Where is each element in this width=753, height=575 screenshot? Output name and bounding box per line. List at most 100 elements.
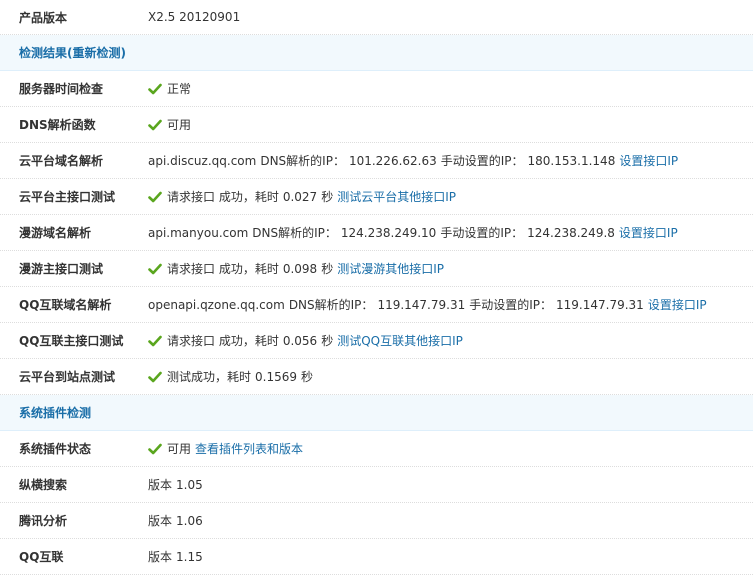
row-server-time: 服务器时间检查 正常 [0, 71, 753, 107]
green-check-icon [148, 83, 162, 94]
plugin-tencent-version-label: 版本 [148, 514, 173, 528]
plugin-tencent-value: 版本 1.06 [148, 512, 753, 529]
green-check-icon [148, 119, 162, 130]
row-plugin-tencent: 腾讯分析 版本 1.06 [0, 503, 753, 539]
section-plugin-check: 系统插件检测 [0, 395, 753, 431]
view-plugin-list-link[interactable]: 查看插件列表和版本 [195, 440, 303, 457]
product-version-value: X2.5 20120901 [148, 10, 753, 24]
manyou-dns-host: api.manyou.com [148, 225, 249, 240]
row-cloud-site: 云平台到站点测试 测试成功，耗时 0.1569 秒 [0, 359, 753, 395]
row-cloud-dns: 云平台域名解析 api.discuz.qq.com DNS解析的IP： 101.2… [0, 143, 753, 179]
cloud-dns-manual: 手动设置的IP： 180.153.1.148 [441, 152, 616, 169]
qq-test-other-link[interactable]: 测试QQ互联其他接口IP [337, 332, 463, 349]
row-dns-function: DNS解析函数 可用 [0, 107, 753, 143]
manyou-api-time: 0.098 [282, 261, 318, 276]
qq-dns-manual-ip: 119.147.79.31 [556, 298, 644, 312]
green-check-icon [148, 371, 162, 382]
manyou-dns-resolved-label: DNS解析的IP： [252, 226, 337, 240]
green-check-icon [148, 191, 162, 202]
row-manyou-api: 漫游主接口测试 请求接口 成功，耗时 0.098 秒 测试漫游其他接口IP [0, 251, 753, 287]
plugin-tencent-version: 1.06 [176, 513, 203, 528]
manyou-api-request: 请求接口 成功，耗时 [167, 262, 279, 276]
check-results-title: 检测结果(重新检测) [0, 44, 126, 61]
cloud-dns-resolved: DNS解析的IP： 101.226.62.63 [260, 152, 436, 169]
cloud-dns-host: api.discuz.qq.com [148, 153, 257, 168]
qq-api-label: QQ互联主接口测试 [19, 334, 124, 348]
manyou-api-value: 请求接口 成功，耗时 0.098 秒 测试漫游其他接口IP [148, 260, 753, 277]
qq-api-request: 请求接口 成功，耗时 [167, 334, 279, 348]
qq-set-ip-link[interactable]: 设置接口IP [648, 296, 707, 313]
plugin-qqconnect-version: 1.15 [176, 549, 203, 564]
manyou-api-unit: 秒 [321, 262, 334, 276]
cloud-diagnostics-table: 产品版本 X2.5 20120901 检测结果(重新检测) 服务器时间检查 正常… [0, 0, 753, 575]
row-manyou-dns: 漫游域名解析 api.manyou.com DNS解析的IP： 124.238.2… [0, 215, 753, 251]
qq-api-unit: 秒 [321, 334, 334, 348]
cloud-api-unit: 秒 [321, 190, 334, 204]
plugin-search-version-label: 版本 [148, 478, 173, 492]
plugin-qqconnect-label: QQ互联 [19, 550, 64, 564]
manyou-dns-value: api.manyou.com DNS解析的IP： 124.238.249.10 手… [148, 224, 753, 241]
manyou-test-other-link[interactable]: 测试漫游其他接口IP [337, 260, 444, 277]
product-version-text: X2.5 20120901 [148, 10, 241, 24]
cloud-test-other-link[interactable]: 测试云平台其他接口IP [337, 188, 456, 205]
plugin-search-label: 纵横搜索 [19, 478, 68, 492]
row-product-version: 产品版本 X2.5 20120901 [0, 0, 753, 35]
cloud-dns-label: 云平台域名解析 [19, 154, 104, 168]
manyou-dns-manual-label: 手动设置的IP： [440, 226, 524, 240]
cloud-site-request: 测试成功，耗时 [167, 370, 252, 384]
check-results-close-paren: ) [120, 46, 126, 60]
cloud-api-label: 云平台主接口测试 [19, 190, 116, 204]
qq-api-time: 0.056 [282, 333, 318, 348]
plugin-status-value: 可用 查看插件列表和版本 [148, 440, 753, 457]
plugin-qqconnect-version-label: 版本 [148, 550, 173, 564]
qq-dns-resolved: DNS解析的IP： 119.147.79.31 [289, 296, 465, 313]
server-time-label: 服务器时间检查 [19, 82, 104, 96]
cloud-api-request: 请求接口 成功，耗时 [167, 190, 279, 204]
green-check-icon [148, 443, 162, 454]
row-plugin-search: 纵横搜索 版本 1.05 [0, 467, 753, 503]
row-plugin-status: 系统插件状态 可用 查看插件列表和版本 [0, 431, 753, 467]
qq-dns-resolved-ip: 119.147.79.31 [377, 298, 466, 312]
manyou-dns-resolved: DNS解析的IP： 124.238.249.10 [252, 224, 436, 241]
qq-dns-manual-label: 手动设置的IP： [469, 298, 553, 312]
cloud-dns-manual-label: 手动设置的IP： [440, 154, 524, 168]
manyou-dns-label: 漫游域名解析 [19, 226, 92, 240]
product-version-label: 产品版本 [19, 10, 68, 25]
cloud-dns-value: api.discuz.qq.com DNS解析的IP： 101.226.62.63… [148, 152, 753, 169]
manyou-dns-manual-ip: 124.238.249.8 [527, 226, 615, 240]
row-qq-dns: QQ互联域名解析 openapi.qzone.qq.com DNS解析的IP： 1… [0, 287, 753, 323]
cloud-api-value: 请求接口 成功，耗时 0.027 秒 测试云平台其他接口IP [148, 188, 753, 205]
row-qq-api: QQ互联主接口测试 请求接口 成功，耗时 0.056 秒 测试QQ互联其他接口I… [0, 323, 753, 359]
cloud-site-label: 云平台到站点测试 [19, 370, 116, 384]
qq-dns-label: QQ互联域名解析 [19, 298, 112, 312]
server-time-status: 正常 [167, 82, 192, 96]
plugin-tencent-label: 腾讯分析 [19, 514, 68, 528]
cloud-site-value: 测试成功，耗时 0.1569 秒 [148, 368, 753, 385]
manyou-dns-resolved-ip: 124.238.249.10 [340, 226, 437, 240]
plugin-status-label: 系统插件状态 [19, 442, 92, 456]
cloud-dns-resolved-label: DNS解析的IP： [260, 154, 345, 168]
cloud-dns-manual-ip: 180.153.1.148 [527, 154, 616, 168]
check-results-text: 检测结果 [19, 46, 68, 60]
cloud-dns-resolved-ip: 101.226.62.63 [348, 154, 437, 168]
qq-dns-resolved-label: DNS解析的IP： [288, 298, 374, 312]
dns-function-value: 可用 [148, 116, 753, 133]
dns-function-status: 可用 [167, 118, 192, 132]
recheck-link[interactable]: 重新检测 [73, 46, 121, 60]
plugin-search-value: 版本 1.05 [148, 476, 753, 493]
plugin-search-version: 1.05 [176, 477, 203, 492]
section-check-results: 检测结果(重新检测) [0, 35, 753, 71]
green-check-icon [148, 263, 162, 274]
server-time-value: 正常 [148, 80, 753, 97]
manyou-set-ip-link[interactable]: 设置接口IP [619, 224, 678, 241]
cloud-set-ip-link[interactable]: 设置接口IP [619, 152, 678, 169]
qq-dns-host: openapi.qzone.qq.com [148, 297, 285, 312]
row-plugin-qqconnect: QQ互联 版本 1.15 [0, 539, 753, 575]
cloud-site-unit: 秒 [301, 370, 314, 384]
qq-dns-value: openapi.qzone.qq.com DNS解析的IP： 119.147.79… [148, 296, 753, 313]
qq-api-value: 请求接口 成功，耗时 0.056 秒 测试QQ互联其他接口IP [148, 332, 753, 349]
dns-function-label: DNS解析函数 [19, 118, 96, 132]
manyou-dns-manual: 手动设置的IP： 124.238.249.8 [440, 224, 615, 241]
green-check-icon [148, 335, 162, 346]
cloud-api-time: 0.027 [282, 189, 318, 204]
